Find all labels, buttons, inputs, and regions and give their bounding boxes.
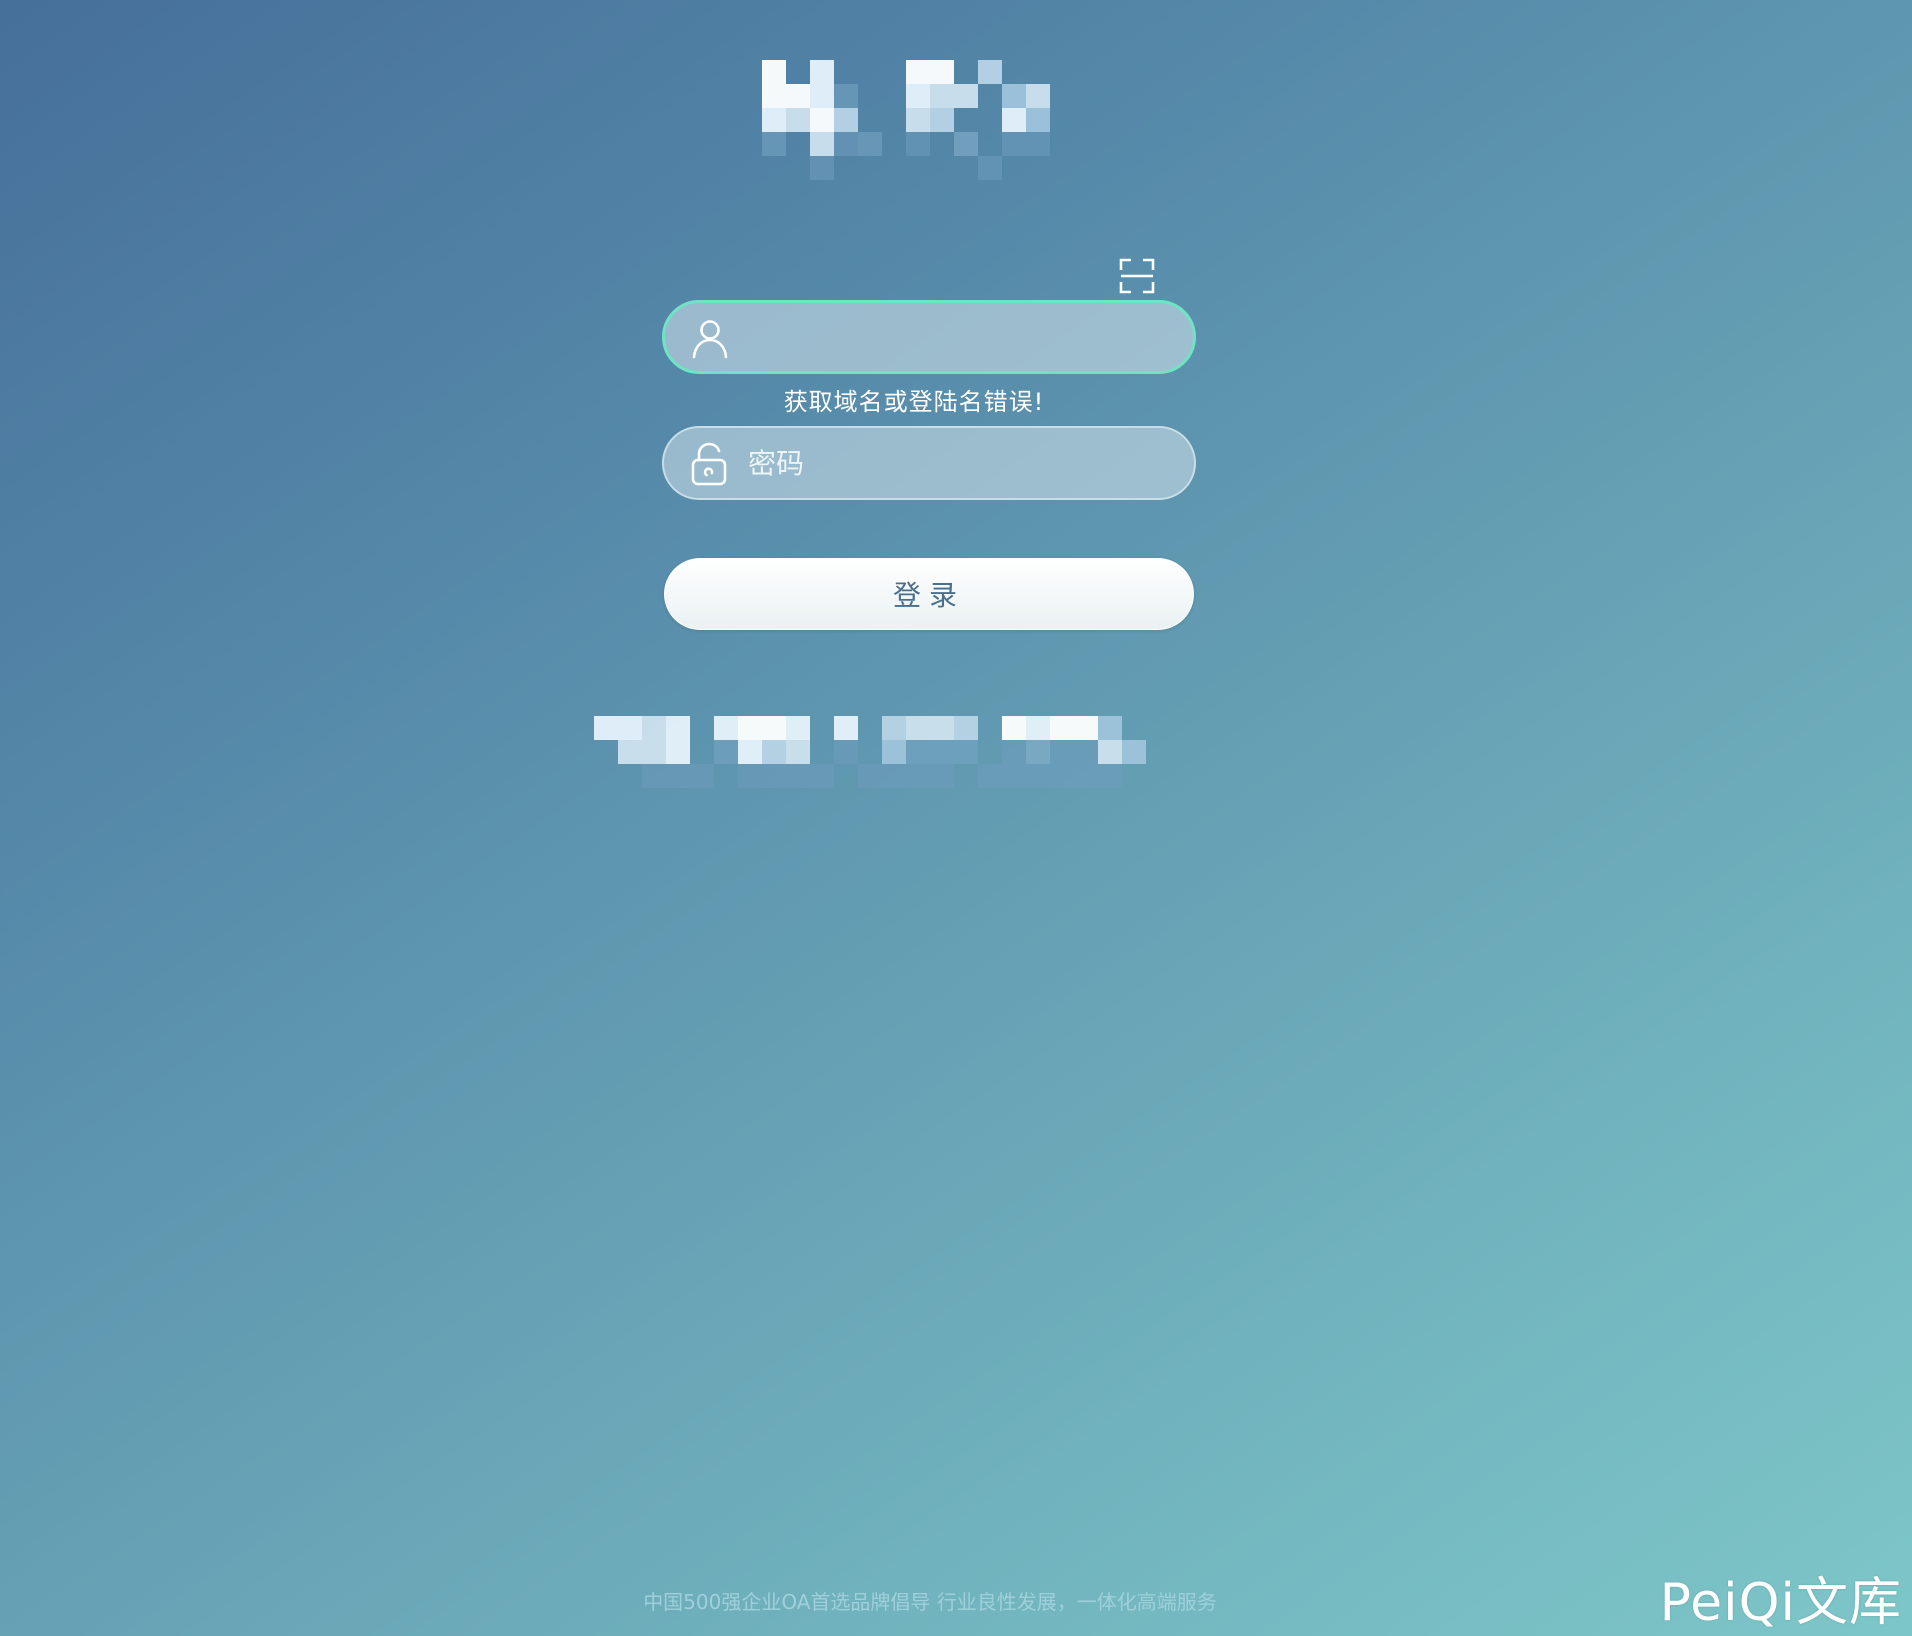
redaction-block <box>594 716 618 740</box>
redaction-block <box>1026 84 1050 108</box>
redaction-block <box>762 84 786 108</box>
redaction-block <box>810 84 834 108</box>
redaction-block <box>930 764 954 788</box>
redaction-block <box>1002 84 1026 108</box>
redaction-block <box>1074 764 1098 788</box>
redaction-block <box>1098 716 1122 740</box>
redaction-block <box>1002 740 1026 764</box>
redaction-block <box>1002 716 1026 740</box>
redaction-block <box>714 740 738 764</box>
redaction-block <box>810 156 834 180</box>
redaction-block <box>978 764 1002 788</box>
redaction-block <box>1098 740 1122 764</box>
redaction-block <box>1026 132 1050 156</box>
footer-slogan: 中国500强企业OA首选品牌倡导 行业良性发展，一体化高端服务 <box>643 1590 1217 1614</box>
redaction-block <box>762 764 786 788</box>
redaction-block <box>618 716 642 740</box>
redaction-block <box>882 740 906 764</box>
redaction-block <box>762 108 786 132</box>
redaction-block <box>642 764 666 788</box>
redaction-block <box>738 716 762 740</box>
redaction-block <box>642 740 666 764</box>
redaction-block <box>978 156 1002 180</box>
redaction-block <box>906 132 930 156</box>
redaction-block <box>786 84 810 108</box>
redaction-block <box>738 740 762 764</box>
redaction-block <box>1002 764 1026 788</box>
redaction-block <box>1074 740 1098 764</box>
redaction-block <box>882 716 906 740</box>
redaction-block <box>666 716 690 740</box>
redaction-block <box>810 108 834 132</box>
redaction-block <box>930 84 954 108</box>
redaction-block <box>618 740 642 764</box>
redaction-block <box>906 716 930 740</box>
redaction-block <box>690 764 714 788</box>
redaction-block <box>1026 108 1050 132</box>
redaction-block <box>786 764 810 788</box>
redaction-block <box>906 108 930 132</box>
redaction-block <box>1098 764 1122 788</box>
redaction-block <box>834 84 858 108</box>
redaction-block <box>882 764 906 788</box>
username-input[interactable] <box>747 303 1163 371</box>
redaction-block <box>1002 108 1026 132</box>
redaction-block <box>1074 716 1098 740</box>
redaction-block <box>786 716 810 740</box>
redaction-block <box>1050 740 1074 764</box>
redaction-block <box>834 108 858 132</box>
redaction-block <box>834 132 858 156</box>
redaction-block <box>906 764 930 788</box>
redaction-block <box>786 740 810 764</box>
redaction-block <box>1050 764 1074 788</box>
login-button[interactable]: 登录 <box>664 558 1194 630</box>
redaction-block <box>906 740 930 764</box>
redaction-block <box>954 740 978 764</box>
redaction-block <box>810 132 834 156</box>
redaction-block <box>930 60 954 84</box>
redaction-block <box>954 84 978 108</box>
redaction-block <box>978 60 1002 84</box>
redaction-block <box>930 740 954 764</box>
redaction-block <box>834 716 858 740</box>
redaction-block <box>930 108 954 132</box>
redaction-block <box>858 764 882 788</box>
password-input[interactable] <box>746 428 1164 498</box>
redaction-block <box>1026 740 1050 764</box>
redaction-block <box>1026 716 1050 740</box>
redaction-block <box>1002 132 1026 156</box>
redaction-block <box>762 716 786 740</box>
redaction-block <box>1050 716 1074 740</box>
redaction-block <box>666 764 690 788</box>
redaction-block <box>762 132 786 156</box>
brand-tagline <box>594 716 1146 788</box>
watermark: PeiQi文库 <box>1659 1573 1902 1633</box>
redaction-block <box>834 740 858 764</box>
redaction-block <box>954 132 978 156</box>
login-error-message: 获取域名或登陆名错误! <box>783 388 1045 416</box>
brand-logo <box>738 60 1074 180</box>
redaction-block <box>642 716 666 740</box>
redaction-block <box>714 716 738 740</box>
redaction-block <box>762 60 786 84</box>
user-icon <box>685 314 735 364</box>
scan-icon[interactable] <box>1117 256 1157 296</box>
redaction-block <box>906 84 930 108</box>
redaction-block <box>930 716 954 740</box>
redaction-block <box>858 132 882 156</box>
redaction-block <box>666 740 690 764</box>
redaction-block <box>810 60 834 84</box>
password-field[interactable] <box>662 426 1196 500</box>
redaction-block <box>1122 740 1146 764</box>
redaction-block <box>738 764 762 788</box>
unlock-icon <box>684 439 734 489</box>
redaction-block <box>1026 764 1050 788</box>
redaction-block <box>762 740 786 764</box>
redaction-block <box>954 716 978 740</box>
redaction-block <box>906 60 930 84</box>
redaction-block <box>786 108 810 132</box>
redaction-block <box>810 764 834 788</box>
username-field[interactable] <box>662 300 1196 374</box>
